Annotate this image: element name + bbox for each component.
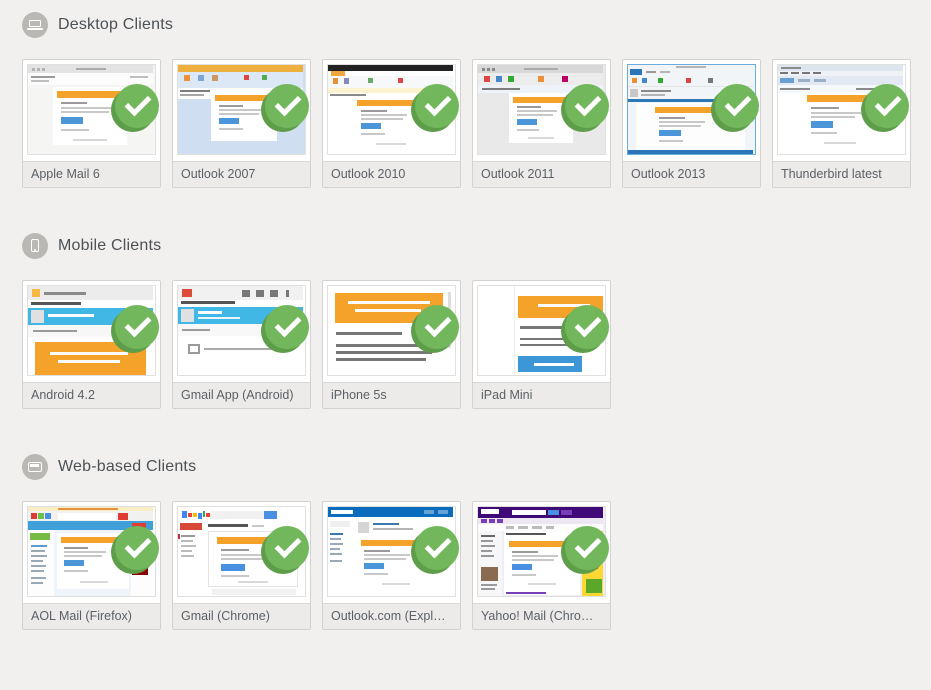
client-card[interactable]: Outlook 2010 (322, 59, 461, 188)
client-card[interactable]: Yahoo! Mail (Chrome) (472, 501, 611, 630)
section-title: Mobile Clients (58, 237, 162, 254)
client-label: Outlook 2010 (323, 161, 460, 187)
mobile-icon (22, 233, 48, 259)
check-badge-icon (415, 305, 459, 349)
client-grid: Apple Mail 6 Outlook 2007 Outlook 2010 O… (22, 59, 931, 188)
desktop-icon (22, 12, 48, 38)
client-card[interactable]: Outlook 2013 (622, 59, 761, 188)
client-card[interactable]: iPhone 5s (322, 280, 461, 409)
client-card[interactable]: Outlook 2011 (472, 59, 611, 188)
section-title: Web-based Clients (58, 458, 197, 475)
check-badge-icon (265, 526, 309, 570)
check-badge-icon (865, 84, 909, 128)
section-header: Mobile Clients (22, 233, 931, 259)
section-title: Desktop Clients (58, 16, 174, 33)
client-label: Apple Mail 6 (23, 161, 160, 187)
client-card[interactable]: iPad Mini (472, 280, 611, 409)
client-card[interactable]: Gmail App (Android) (172, 280, 311, 409)
client-grid: AOL Mail (Firefox) Gmail (Chrome) Outloo… (22, 501, 931, 630)
client-card[interactable]: Outlook 2007 (172, 59, 311, 188)
check-badge-icon (565, 526, 609, 570)
section-desktop-clients: Desktop Clients Apple Mail 6 Outlook 200… (22, 12, 931, 188)
check-badge-icon (115, 84, 159, 128)
check-badge-icon (115, 305, 159, 349)
client-label: Thunderbird latest (773, 161, 910, 187)
section-web-clients: Web-based Clients AOL Mail (Firefox) Gma… (22, 454, 931, 630)
email-preview-results-page: Desktop Clients Apple Mail 6 Outlook 200… (0, 0, 931, 630)
client-card[interactable]: Android 4.2 (22, 280, 161, 409)
check-badge-icon (565, 84, 609, 128)
client-grid: Android 4.2 Gmail App (Android) iPhone 5… (22, 280, 931, 409)
client-label: Yahoo! Mail (Chrome) (473, 603, 610, 629)
client-label: Outlook 2007 (173, 161, 310, 187)
client-label: Gmail App (Android) (173, 382, 310, 408)
client-label: iPad Mini (473, 382, 610, 408)
client-card[interactable]: Apple Mail 6 (22, 59, 161, 188)
check-badge-icon (415, 84, 459, 128)
client-label: Outlook 2011 (473, 161, 610, 187)
client-card[interactable]: Gmail (Chrome) (172, 501, 311, 630)
section-header: Web-based Clients (22, 454, 931, 480)
check-badge-icon (715, 84, 759, 128)
check-badge-icon (415, 526, 459, 570)
client-label: Gmail (Chrome) (173, 603, 310, 629)
client-label: Outlook 2013 (623, 161, 760, 187)
webmail-icon (22, 454, 48, 480)
check-badge-icon (265, 305, 309, 349)
client-label: iPhone 5s (323, 382, 460, 408)
section-header: Desktop Clients (22, 12, 931, 38)
client-card[interactable]: Outlook.com (Explorer) (322, 501, 461, 630)
client-label: AOL Mail (Firefox) (23, 603, 160, 629)
client-card[interactable]: Thunderbird latest (772, 59, 911, 188)
client-label: Outlook.com (Explorer) (323, 603, 460, 629)
check-badge-icon (565, 305, 609, 349)
section-mobile-clients: Mobile Clients Android 4.2 Gmail App (An… (22, 233, 931, 409)
client-card[interactable]: AOL Mail (Firefox) (22, 501, 161, 630)
client-label: Android 4.2 (23, 382, 160, 408)
check-badge-icon (115, 526, 159, 570)
check-badge-icon (265, 84, 309, 128)
